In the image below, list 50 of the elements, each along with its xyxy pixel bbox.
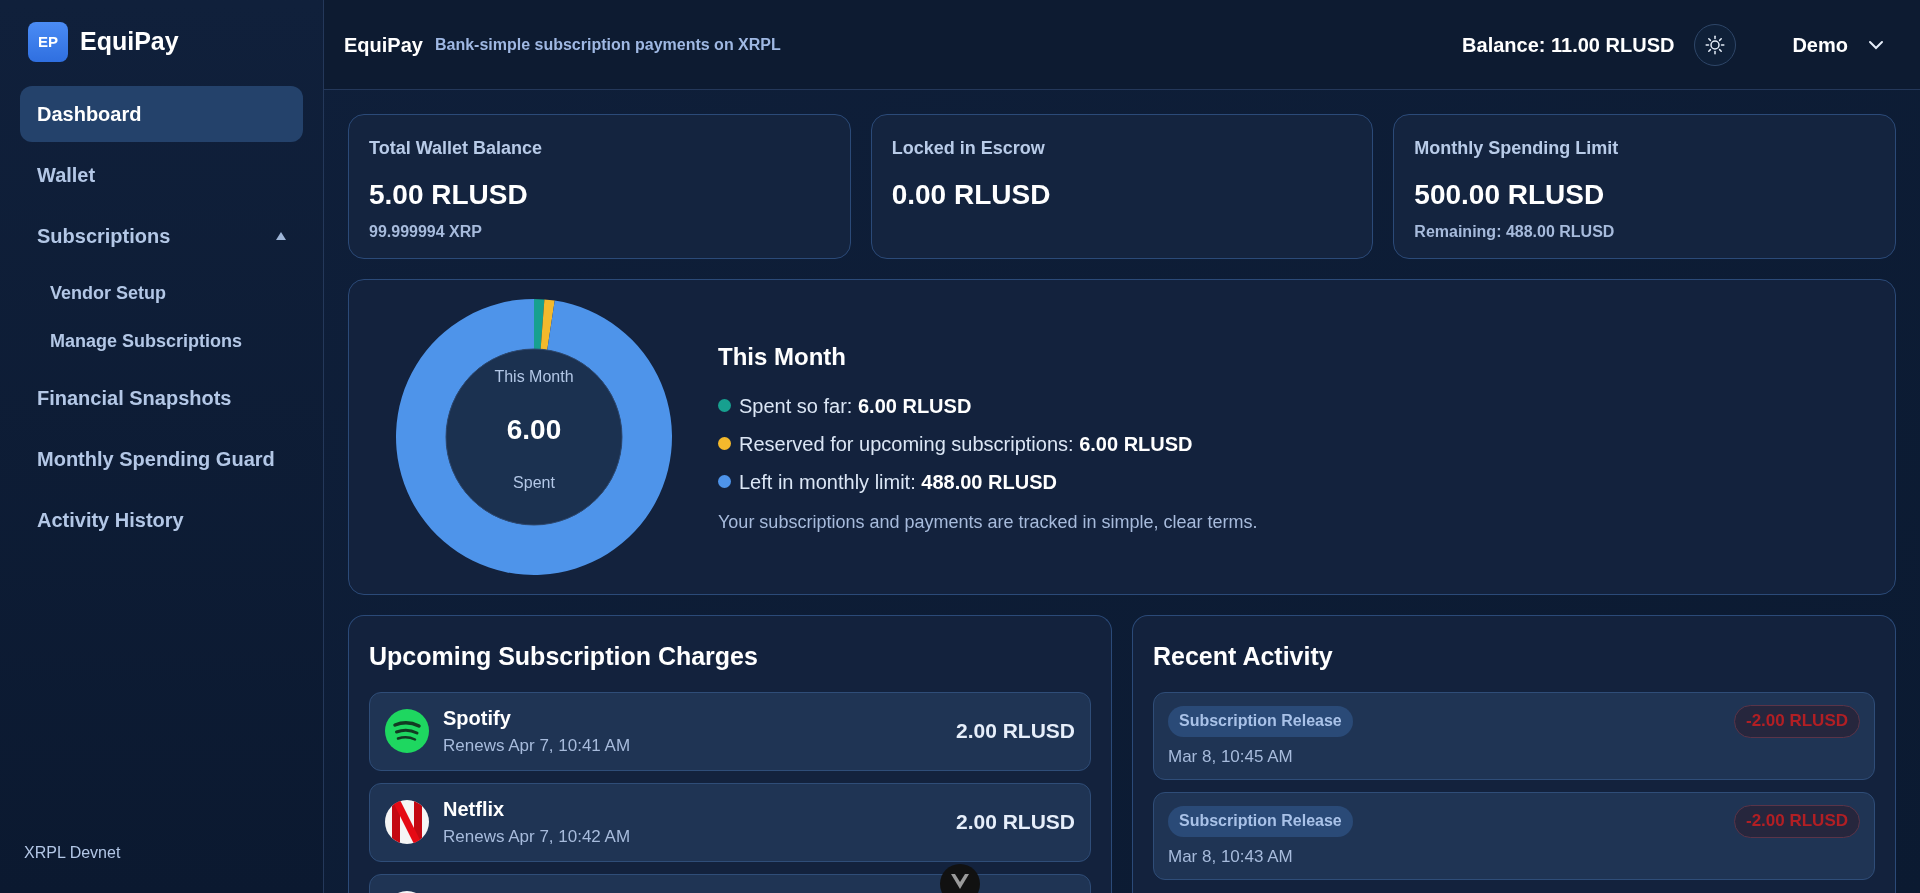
subscription-amount: 2.00 RLUSD: [955, 809, 1075, 836]
network-label: XRPL Devnet: [23, 843, 122, 863]
v-logo-icon: [951, 874, 969, 889]
header-brand: EquiPay: [344, 32, 423, 58]
activity-time: Mar 8, 10:43 AM: [1168, 845, 1294, 868]
stat-value: 5.00 RLUSD: [369, 178, 529, 212]
renewal-date: Renews Apr 7, 10:42 AM: [443, 826, 632, 849]
stat-subtext: 99.999994 XRP: [369, 222, 483, 242]
legend-text: Spent so far: 6.00 RLUSD: [739, 393, 972, 419]
sidebar-subitem[interactable]: Vendor Setup: [20, 269, 303, 317]
sidebar-item[interactable]: Subscriptions: [20, 208, 303, 264]
balance-label: Balance: 11.00 RLUSD: [1462, 32, 1675, 58]
donut-caption: Spent: [513, 473, 555, 493]
activity-type-tag: Subscription Release: [1168, 705, 1353, 737]
summary-note: Your subscriptions and payments are tracked in simple, clear terms.: [718, 510, 1258, 534]
chevron-down-icon: [1868, 39, 1884, 50]
stat-title: Total Wallet Balance: [369, 137, 544, 160]
sidebar-item[interactable]: Dashboard: [20, 86, 303, 142]
sidebar-subitem[interactable]: Manage Subscriptions: [20, 317, 303, 365]
subscription-amount: 2.00 RLUSD: [955, 718, 1075, 745]
logo-badge: EP: [28, 22, 68, 62]
stat-value: 500.00 RLUSD: [1414, 178, 1606, 212]
brand-name: EquiPay: [80, 26, 179, 58]
panel-title: Recent Activity: [1153, 641, 1334, 672]
activity-time: Mar 8, 10:45 AM: [1168, 745, 1294, 768]
legend-text: Reserved for upcoming subscriptions: 6.00 RLUSD: [739, 431, 1193, 457]
sidebar-item[interactable]: Financial Snapshots: [20, 370, 303, 426]
sidebar-item[interactable]: Activity History: [20, 492, 303, 548]
tagline: Bank-simple subscription payments on XRPL: [434, 34, 781, 55]
subscription-name: Netflix: [443, 797, 506, 823]
music-logo-icon: [385, 709, 429, 753]
amount-tag: -2.00 RLUSD: [1733, 704, 1860, 738]
summary-title: This Month: [718, 341, 847, 372]
user-menu-button[interactable]: Demo: [1792, 29, 1884, 60]
legend-text: Left in monthly limit: 488.00 RLUSD: [739, 469, 1057, 495]
streaming-logo-icon: [385, 800, 429, 844]
donut-title: This Month: [494, 367, 574, 387]
stat-title: Monthly Spending Limit: [1414, 137, 1620, 160]
sun-icon: [1705, 34, 1726, 55]
panel-title: Upcoming Subscription Charges: [369, 641, 759, 672]
renewal-date: Renews Apr 7, 10:41 AM: [443, 735, 632, 758]
sidebar-item[interactable]: Monthly Spending Guard: [20, 431, 303, 487]
donut-value: 6.00: [506, 413, 562, 447]
activity-type-tag: Subscription Release: [1168, 805, 1353, 837]
stat-value: 0.00 RLUSD: [891, 178, 1052, 212]
subscription-name: Spotify: [443, 706, 512, 732]
stat-subtext: Remaining: 488.00 RLUSD: [1414, 222, 1616, 242]
stat-title: Locked in Escrow: [891, 137, 1046, 160]
amount-tag: -2.00 RLUSD: [1733, 804, 1860, 838]
sidebar-item[interactable]: Wallet: [20, 147, 303, 203]
